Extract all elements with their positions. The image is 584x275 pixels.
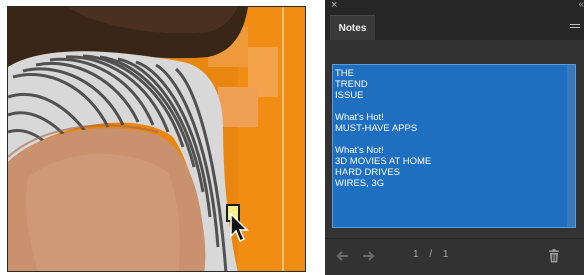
panel-tab-row: Notes [325,12,584,40]
notes-panel: × « Notes THE TREND ISSUE What's Hot! MU… [325,0,584,275]
arrow-cursor-icon [230,213,249,243]
note-line [335,101,573,112]
note-scrollbar[interactable] [567,65,575,227]
panel-titlebar: × « [325,0,584,12]
collapse-icon[interactable]: « [578,0,583,12]
page-counter: 1 / 1 [413,249,450,260]
panel-menu-icon[interactable] [570,24,580,30]
note-line: THE [335,68,354,79]
note-text-area[interactable]: THE TREND ISSUE What's Hot! MUST-HAVE AP… [332,64,576,228]
note-line: ISSUE [335,90,364,101]
photo-crop [8,7,305,271]
note-line: MUST-HAVE APPS [335,123,418,134]
note-line: WIRES, 3G [335,178,385,189]
panel-footer: 1 / 1 [325,238,584,275]
prev-arrow-icon[interactable] [335,250,349,262]
note-line: What's Hot! [335,112,384,123]
next-arrow-icon[interactable] [362,250,376,262]
note-line [335,134,573,145]
note-line: HARD DRIVES [335,167,400,178]
trash-icon[interactable] [548,249,560,263]
note-line: TREND [335,79,368,90]
canvas-view[interactable] [7,6,306,272]
close-icon[interactable]: × [331,0,337,12]
note-line: 3D MOVIES AT HOME [335,156,432,167]
note-line: What's Not! [335,145,384,156]
tab-notes[interactable]: Notes [330,15,375,40]
